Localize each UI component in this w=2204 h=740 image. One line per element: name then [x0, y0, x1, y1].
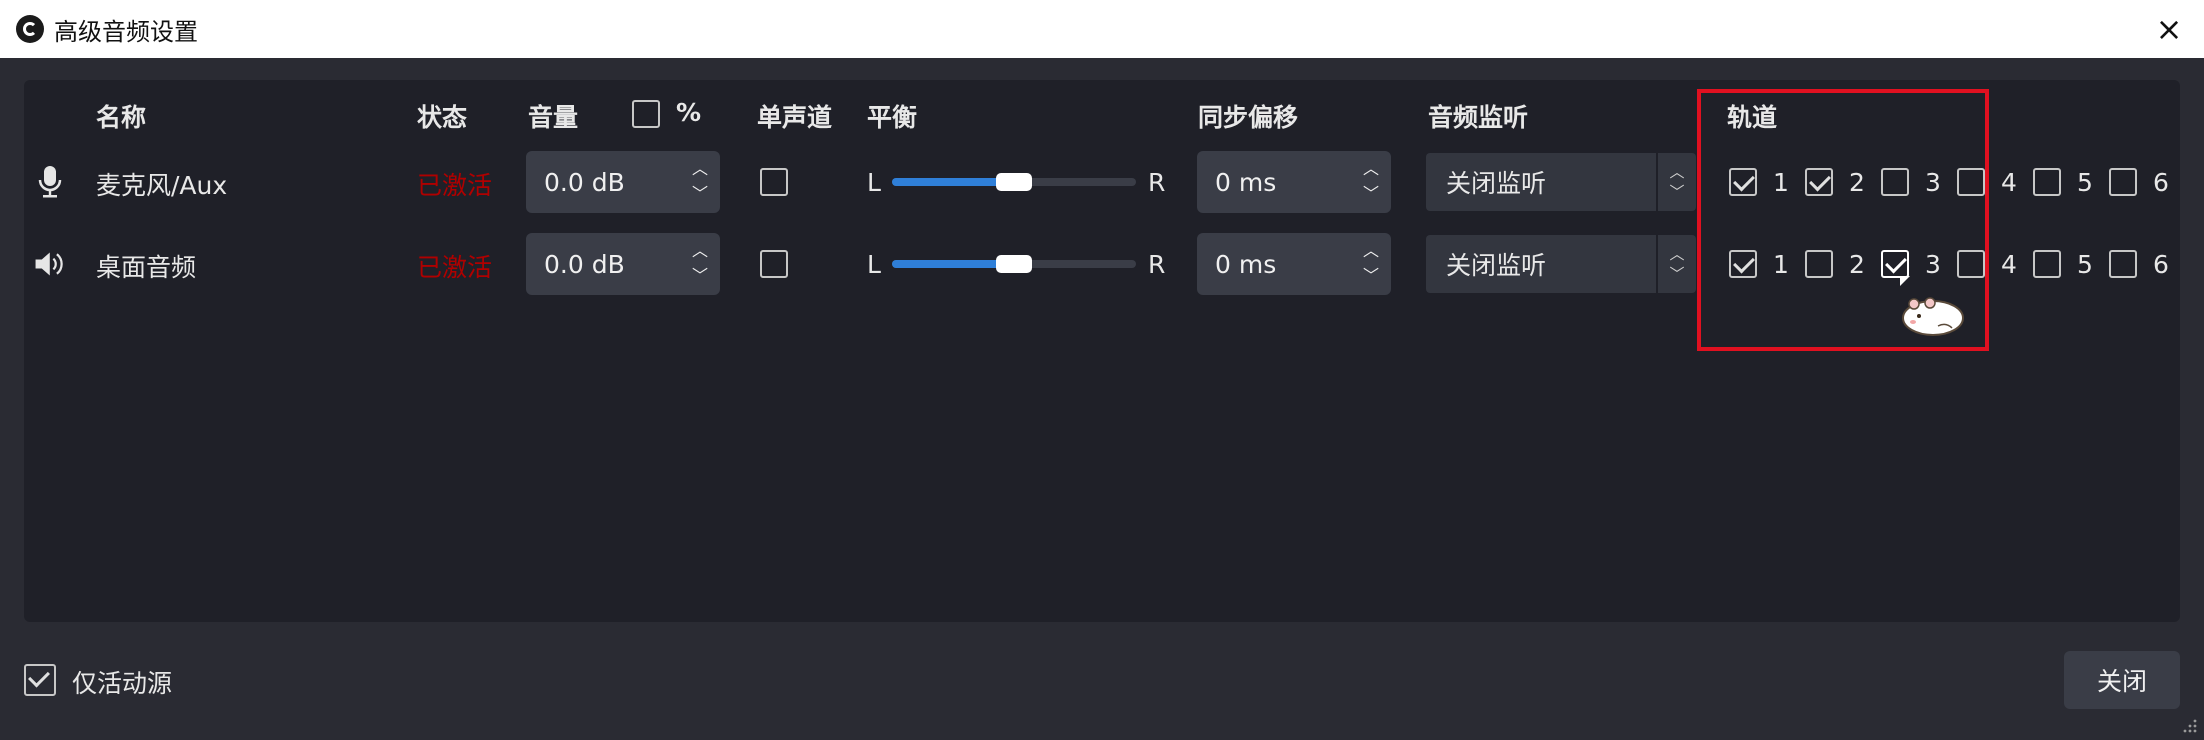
track-6-label: 6	[2153, 168, 2169, 197]
balance-left-label: L	[867, 250, 881, 279]
hamster-cursor-icon	[1902, 297, 1964, 336]
dropdown-divider	[1656, 153, 1658, 211]
mono-checkbox[interactable]	[760, 250, 788, 278]
sync-offset-spinbox[interactable]: 0 ms ︿ ﹀	[1197, 151, 1391, 213]
header-sync-offset: 同步偏移	[1198, 103, 1299, 132]
cursor-pointer-icon	[1900, 276, 1910, 286]
sync-offset-spinbox[interactable]: 0 ms ︿ ﹀	[1197, 233, 1391, 295]
header-percent: %	[676, 98, 702, 127]
spin-arrows[interactable]: ︿ ﹀	[690, 157, 710, 207]
track-5-label: 5	[2077, 168, 2093, 197]
balance-slider-handle[interactable]	[996, 255, 1032, 273]
chevron-up-icon[interactable]: ︿	[690, 239, 710, 264]
chevron-up-icon[interactable]: ︿	[1361, 157, 1381, 182]
window-title: 高级音频设置	[54, 17, 198, 46]
source-status: 已激活	[417, 171, 493, 200]
header-balance: 平衡	[867, 103, 918, 132]
title-bar: 高级音频设置 ×	[0, 0, 2204, 58]
volume-spinbox[interactable]: 0.0 dB ︿ ﹀	[526, 151, 720, 213]
close-button[interactable]: 关闭	[2064, 651, 2180, 709]
track-4-label: 4	[2001, 168, 2017, 197]
source-status: 已激活	[417, 253, 493, 282]
track-4-label: 4	[2001, 250, 2017, 279]
balance-slider-handle[interactable]	[996, 173, 1032, 191]
dropdown-divider	[1656, 235, 1658, 293]
balance-right-label: R	[1148, 168, 1166, 197]
sync-offset-value: 0 ms	[1215, 249, 1277, 279]
chevron-down-icon[interactable]: ﹀	[1361, 264, 1381, 289]
track-5-checkbox[interactable]	[2033, 168, 2061, 196]
advanced-audio-dialog: 高级音频设置 × 名称 状态 音量 % 单声道 平衡 同步偏移 音频监听 轨道 …	[0, 0, 2204, 740]
spin-arrows[interactable]: ︿ ﹀	[1361, 239, 1381, 289]
active-only-label: 仅活动源	[72, 669, 173, 698]
chevron-down-icon[interactable]: ﹀	[1361, 182, 1381, 207]
track-6-checkbox[interactable]	[2109, 250, 2137, 278]
mono-checkbox[interactable]	[760, 168, 788, 196]
volume-spinbox[interactable]: 0.0 dB ︿ ﹀	[526, 233, 720, 295]
monitoring-dropdown[interactable]: 关闭监听 ︿ ﹀	[1426, 153, 1696, 211]
source-name: 桌面音频	[96, 253, 197, 282]
chevron-down-icon[interactable]: ﹀	[690, 264, 710, 289]
monitoring-value: 关闭监听	[1446, 169, 1547, 198]
header-name: 名称	[96, 103, 147, 132]
resize-grip-icon[interactable]	[2182, 718, 2198, 734]
monitoring-value: 关闭监听	[1446, 251, 1547, 280]
balance-right-label: R	[1148, 250, 1166, 279]
up-down-arrows-icon: ︿ ﹀	[1669, 163, 1685, 201]
spin-arrows[interactable]: ︿ ﹀	[1361, 157, 1381, 207]
obs-logo-icon	[16, 15, 44, 43]
header-monitoring: 音频监听	[1428, 103, 1529, 132]
active-only-checkbox[interactable]	[24, 664, 56, 696]
track-5-checkbox[interactable]	[2033, 250, 2061, 278]
volume-value: 0.0 dB	[544, 167, 625, 197]
header-status: 状态	[417, 103, 468, 132]
track-5-label: 5	[2077, 250, 2093, 279]
up-down-arrows-icon: ︿ ﹀	[1669, 245, 1685, 283]
percent-checkbox[interactable]	[632, 100, 660, 128]
chevron-up-icon[interactable]: ︿	[690, 157, 710, 182]
speaker-icon	[35, 252, 63, 276]
source-name: 麦克风/Aux	[96, 171, 228, 200]
balance-left-label: L	[867, 168, 881, 197]
chevron-up-icon[interactable]: ︿	[1361, 239, 1381, 264]
microphone-icon	[38, 166, 62, 198]
header-volume: 音量	[528, 103, 579, 132]
monitoring-dropdown[interactable]: 关闭监听 ︿ ﹀	[1426, 235, 1696, 293]
volume-value: 0.0 dB	[544, 249, 625, 279]
chevron-down-icon[interactable]: ﹀	[690, 182, 710, 207]
header-mono: 单声道	[757, 103, 833, 132]
sync-offset-value: 0 ms	[1215, 167, 1277, 197]
spin-arrows[interactable]: ︿ ﹀	[690, 239, 710, 289]
track-6-label: 6	[2153, 250, 2169, 279]
close-icon[interactable]: ×	[2152, 12, 2186, 46]
track-6-checkbox[interactable]	[2109, 168, 2137, 196]
